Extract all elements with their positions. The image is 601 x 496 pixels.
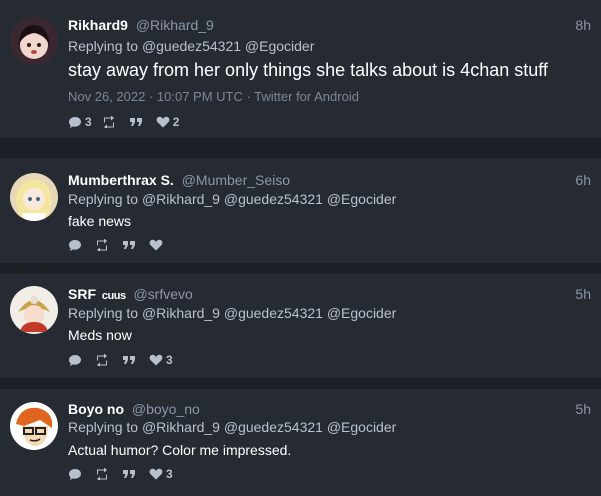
heart-icon [149,354,163,366]
replying-to: Replying to @guedez54321 @Egocider [68,38,314,54]
comment-icon [69,239,81,251]
mention-link[interactable]: @guedez54321 [142,38,241,54]
like-button[interactable]: 2 [156,115,180,129]
mention-link[interactable]: @guedez54321 [224,191,323,207]
quote-button[interactable] [122,355,139,365]
retweet-button[interactable] [102,116,119,128]
tweet-actions: 3 [68,466,183,482]
author-handle[interactable]: @srfvevo [133,286,192,302]
heart-icon [156,116,170,128]
quote-button[interactable] [122,240,139,250]
author-name[interactable]: SRF [68,286,96,302]
like-count: 3 [166,467,173,481]
tweet-actions [68,237,176,253]
mention-link[interactable]: @guedez54321 [224,305,323,321]
tweet-4[interactable]: Boyo no @boyo_no 5h Replying to @Rikhard… [0,389,601,496]
replying-to: Replying to @Rikhard_9 @guedez54321 @Ego… [68,305,396,321]
like-count: 2 [172,115,180,129]
reply-button[interactable] [68,468,85,481]
tweet-actions: 3 [68,352,183,368]
quote-button[interactable] [122,469,139,479]
tweet-time[interactable]: 8h [575,17,591,34]
tweet-meta[interactable]: Nov 26, 2022 · 10:07 PM UTC · Twitter fo… [68,89,359,104]
tweet-text: stay away from her only things she talks… [68,60,548,80]
quote-icon [123,470,135,478]
retweet-icon [97,468,107,480]
quote-button[interactable] [129,117,146,127]
tweet-text: fake news [68,213,132,229]
author-name[interactable]: Boyo no [68,401,124,417]
avatar[interactable] [10,17,58,65]
tweet-text: Meds now [68,327,132,343]
avatar[interactable] [10,286,58,334]
like-button[interactable]: 3 [149,353,173,367]
retweet-icon [97,354,107,366]
retweet-button[interactable] [95,468,112,480]
retweet-icon [97,239,107,251]
reply-button[interactable] [68,354,85,367]
comment-icon [69,116,81,128]
mention-link[interactable]: @Rikhard_9 [142,191,220,207]
reply-count: 3 [85,115,92,129]
tweet-2[interactable]: Mumberthrax S. @Mumber_Seiso 6h Replying… [0,158,601,263]
quote-icon [129,118,142,126]
quote-icon [123,241,135,249]
replying-prefix: Replying to [68,419,139,435]
replying-prefix: Replying to [68,38,139,54]
mention-link[interactable]: @Rikhard_9 [142,305,220,321]
heart-icon [149,239,163,251]
mention-link[interactable]: @Egocider [327,419,396,435]
mention-link[interactable]: @Egocider [327,305,396,321]
retweet-button[interactable] [95,354,112,366]
mention-link[interactable]: @guedez54321 [224,419,323,435]
tweet-3[interactable]: SRF cuus @srfvevo 5h Replying to @Rikhar… [0,274,601,378]
replying-to: Replying to @Rikhard_9 @guedez54321 @Ego… [68,419,396,435]
retweet-button[interactable] [95,239,112,251]
quote-icon [123,356,135,364]
author-name[interactable]: Rikhard9 [68,17,128,33]
replying-prefix: Replying to [68,191,139,207]
reply-button[interactable] [68,239,85,252]
replying-to: Replying to @Rikhard_9 @guedez54321 @Ego… [68,191,396,207]
tweet-actions: 3 2 [68,114,189,130]
retweet-icon [103,116,114,128]
tweet-time[interactable]: 5h [575,401,591,418]
replying-prefix: Replying to [68,305,139,321]
name-badge: cuus [101,290,126,302]
tweet-time[interactable]: 6h [575,172,591,189]
tweet-1[interactable]: Rikhard9 @Rikhard_9 8h Replying to @gued… [0,0,601,138]
avatar[interactable] [10,173,58,221]
tweet-text: Actual humor? Color me impressed. [68,442,292,458]
like-button[interactable] [149,239,166,251]
like-count: 3 [166,353,173,367]
author-handle[interactable]: @Rikhard_9 [136,17,214,33]
author-name[interactable]: Mumberthrax S. [68,172,174,188]
tweet-time[interactable]: 5h [575,286,591,303]
mention-link[interactable]: @Egocider [245,38,314,54]
mention-link[interactable]: @Egocider [327,191,396,207]
comment-icon [69,354,81,366]
reply-button[interactable]: 3 [68,115,92,129]
like-button[interactable]: 3 [149,467,173,481]
comment-icon [69,468,81,480]
author-handle[interactable]: @boyo_no [132,401,200,417]
heart-icon [149,468,163,480]
avatar[interactable] [10,402,58,450]
mention-link[interactable]: @Rikhard_9 [142,419,220,435]
author-handle[interactable]: @Mumber_Seiso [182,172,290,188]
